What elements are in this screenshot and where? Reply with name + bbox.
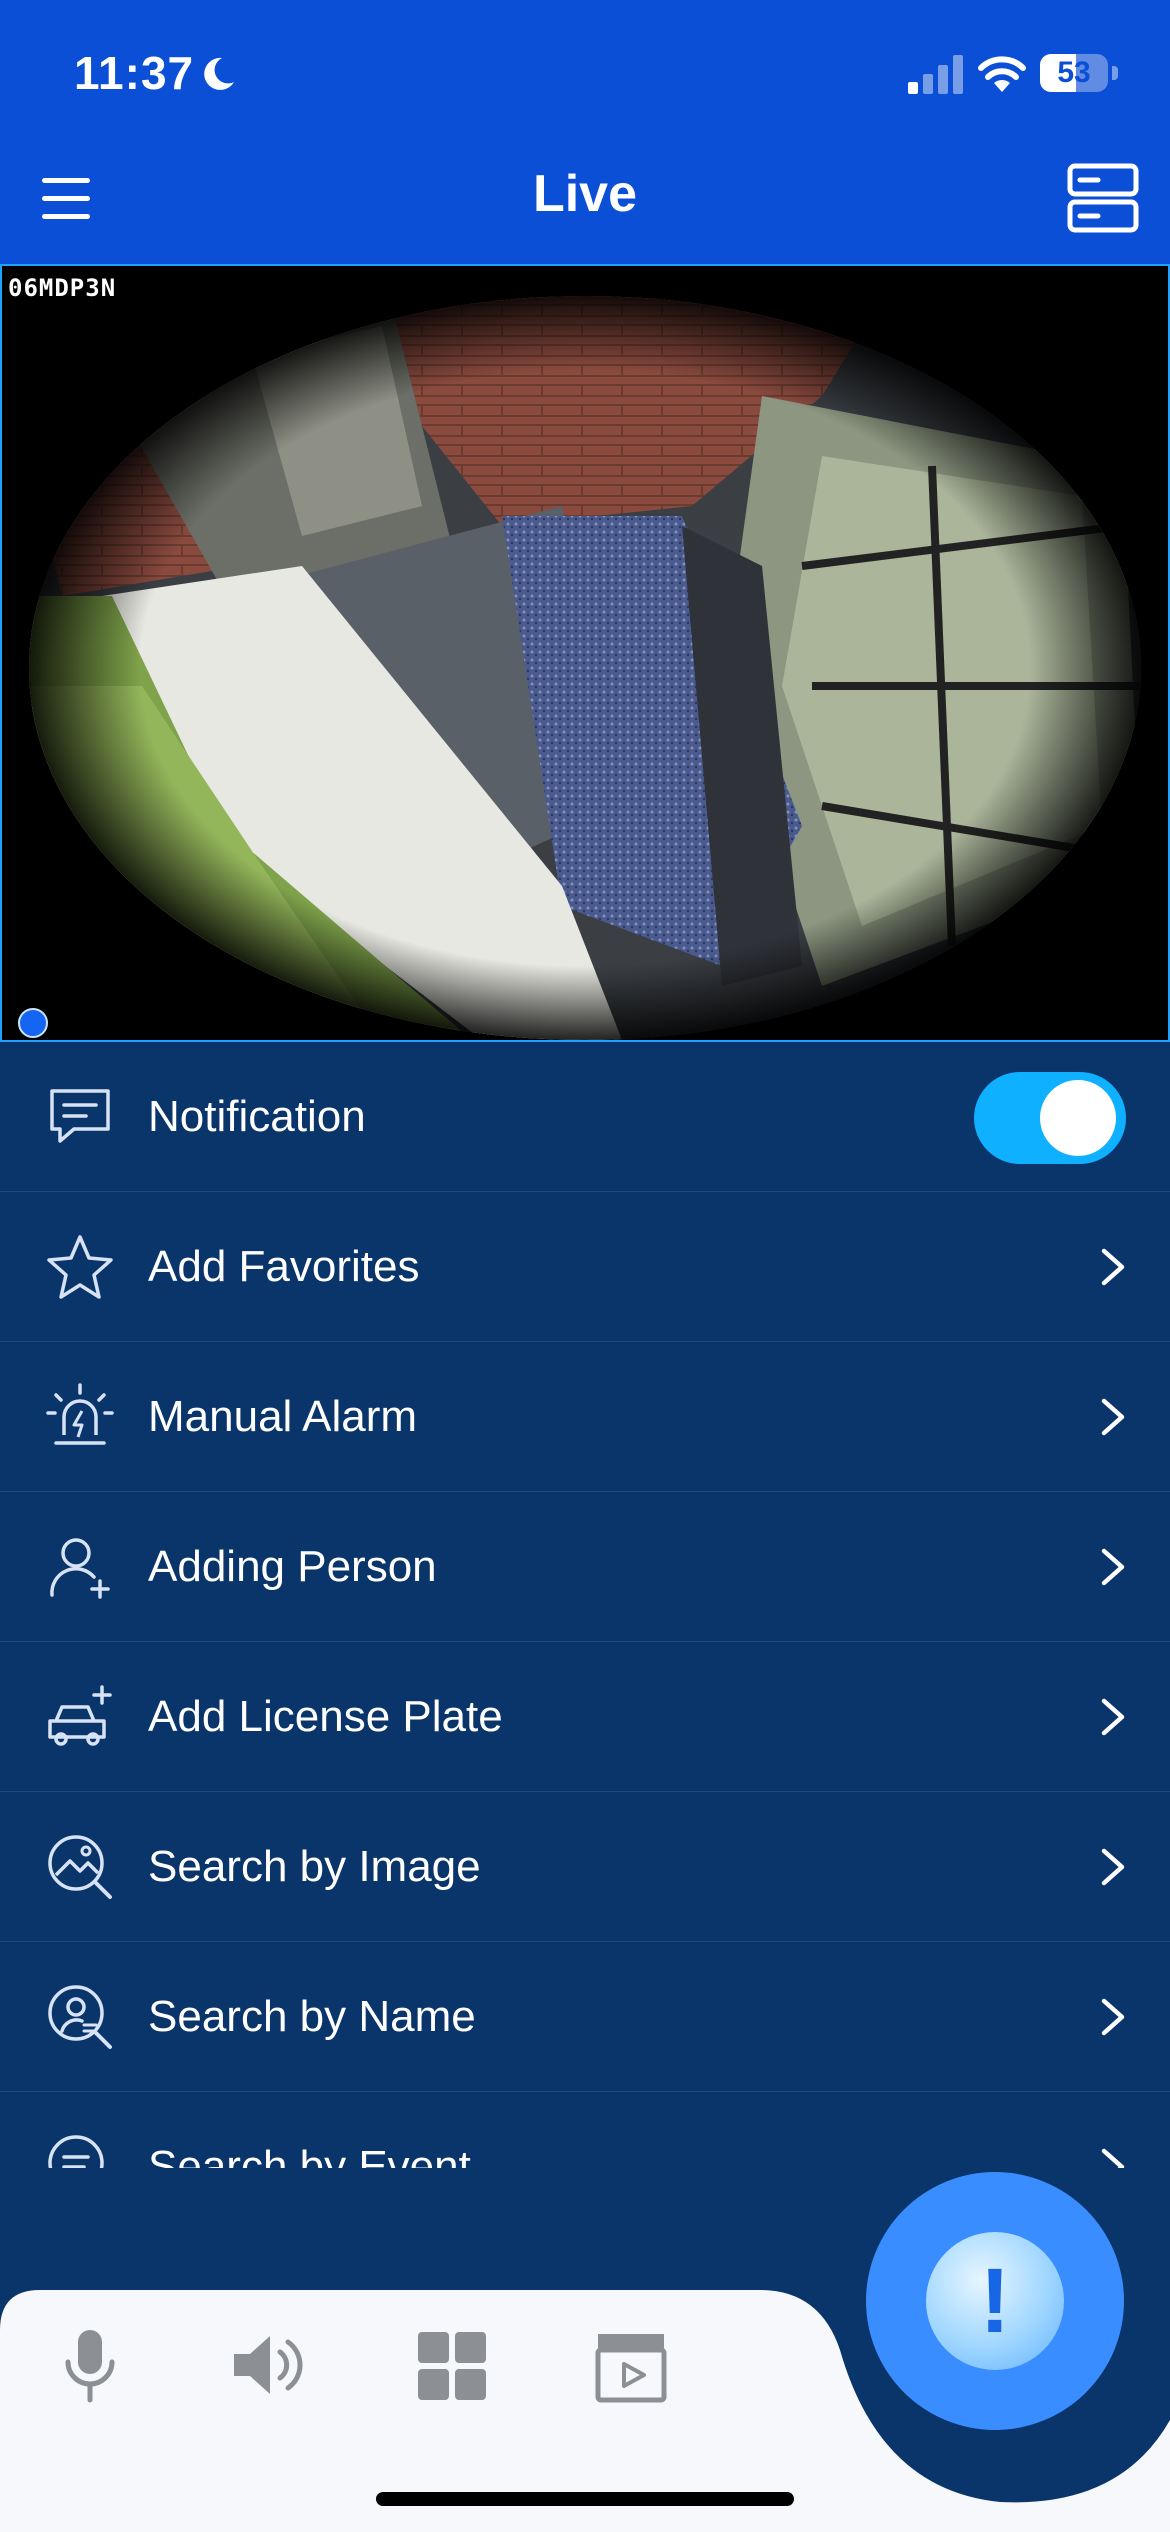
chevron-right-icon	[1101, 2148, 1125, 2168]
chevron-right-icon	[1101, 1998, 1125, 2036]
adding-person-row[interactable]: Adding Person	[0, 1492, 1170, 1642]
exclamation-icon: !	[979, 2250, 1011, 2352]
search-by-event-row[interactable]: Search by Event	[0, 2092, 1170, 2168]
search-by-name-label: Search by Name	[148, 1992, 476, 2041]
notification-label: Notification	[148, 1092, 366, 1141]
status-time: 11:37	[74, 47, 195, 99]
battery-percent: 53	[1057, 56, 1091, 89]
search-by-event-label: Search by Event	[148, 2142, 471, 2168]
chevron-right-icon	[1101, 1548, 1125, 1586]
wifi-icon	[978, 56, 1026, 92]
speaker-icon[interactable]	[228, 2320, 308, 2410]
alarm-siren-icon	[46, 1383, 114, 1445]
top-bar: 11:37 53 Live	[0, 0, 1170, 264]
notification-toggle[interactable]	[974, 1072, 1126, 1164]
star-icon	[47, 1235, 113, 1299]
fisheye-camera-image	[2, 266, 1168, 1040]
add-favorites-label: Add Favorites	[148, 1242, 420, 1291]
recording-indicator	[18, 1008, 48, 1038]
camera-label: 06MDP3N	[8, 274, 117, 302]
person-add-icon	[50, 1538, 110, 1599]
notification-row: Notification	[0, 1042, 1170, 1192]
home-indicator	[376, 2492, 794, 2506]
add-license-plate-label: Add License Plate	[148, 1692, 503, 1741]
alert-button-inner: !	[926, 2232, 1064, 2370]
add-license-plate-row[interactable]: Add License Plate	[0, 1642, 1170, 1792]
search-by-image-row[interactable]: Search by Image	[0, 1792, 1170, 1942]
chevron-right-icon	[1101, 1848, 1125, 1886]
live-video-view[interactable]: 06MDP3N	[0, 264, 1170, 1042]
status-bar: 11:37 53	[0, 0, 1170, 150]
toggle-knob	[1040, 1080, 1116, 1156]
search-by-name-row[interactable]: Search by Name	[0, 1942, 1170, 2092]
microphone-icon[interactable]	[50, 2320, 130, 2410]
cellular-signal-icon	[908, 55, 963, 94]
page-title: Live	[532, 165, 638, 223]
alert-button[interactable]: !	[866, 2172, 1124, 2430]
manual-alarm-row[interactable]: Manual Alarm	[0, 1342, 1170, 1492]
device-list-icon[interactable]	[1064, 160, 1144, 236]
message-icon	[50, 1089, 110, 1143]
battery-indicator: 53	[1040, 54, 1108, 92]
grid-layout-icon[interactable]	[412, 2320, 492, 2410]
chevron-right-icon	[1101, 1398, 1125, 1436]
image-search-icon	[48, 1835, 112, 1899]
manual-alarm-label: Manual Alarm	[148, 1392, 418, 1441]
adding-person-label: Adding Person	[148, 1542, 437, 1591]
add-favorites-row[interactable]: Add Favorites	[0, 1192, 1170, 1342]
name-search-icon	[48, 1985, 112, 2049]
chevron-right-icon	[1101, 1698, 1125, 1736]
battery-cap	[1112, 66, 1118, 80]
event-search-icon	[48, 2135, 104, 2168]
playback-clapper-icon[interactable]	[592, 2320, 672, 2410]
car-add-icon	[48, 1685, 112, 1746]
options-list: Notification Add Favorites Manual Alarm	[0, 1042, 1170, 2168]
search-by-image-label: Search by Image	[148, 1842, 481, 1891]
chevron-right-icon	[1101, 1248, 1125, 1286]
moon-icon	[204, 57, 234, 90]
